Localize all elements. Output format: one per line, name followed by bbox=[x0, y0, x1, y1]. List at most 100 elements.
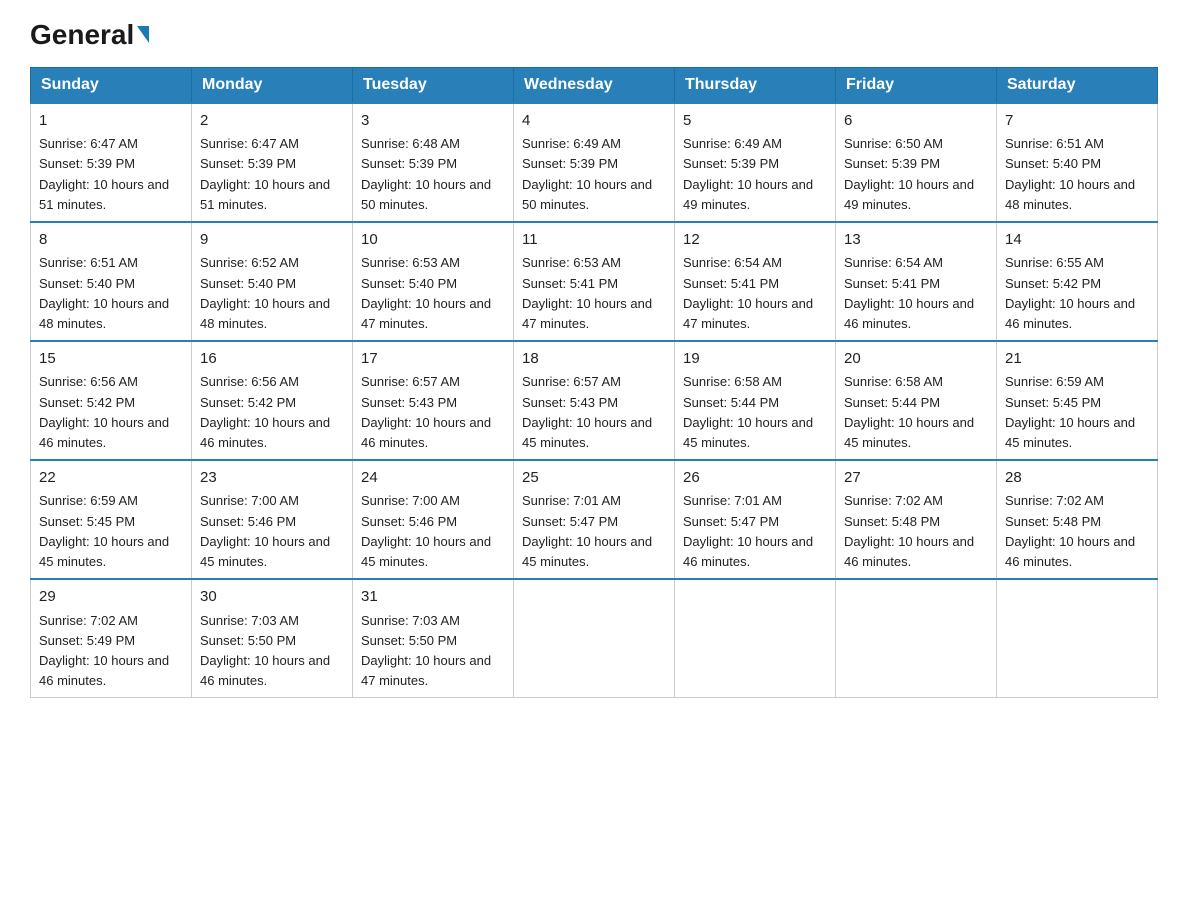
day-number: 18 bbox=[522, 348, 666, 371]
day-number: 22 bbox=[39, 467, 183, 490]
cell-info: Sunrise: 6:55 AMSunset: 5:42 PMDaylight:… bbox=[1005, 255, 1135, 330]
calendar-cell: 18 Sunrise: 6:57 AMSunset: 5:43 PMDayligh… bbox=[514, 341, 675, 460]
calendar-cell: 3 Sunrise: 6:48 AMSunset: 5:39 PMDaylight… bbox=[353, 103, 514, 222]
calendar-cell: 2 Sunrise: 6:47 AMSunset: 5:39 PMDaylight… bbox=[192, 103, 353, 222]
weekday-header: Saturday bbox=[997, 67, 1158, 103]
calendar-cell: 23 Sunrise: 7:00 AMSunset: 5:46 PMDayligh… bbox=[192, 460, 353, 579]
calendar-cell: 10Sunrise: 6:53 AMSunset: 5:40 PMDayligh… bbox=[353, 222, 514, 341]
day-number: 4 bbox=[522, 110, 666, 133]
day-number: 30 bbox=[200, 586, 344, 609]
day-number: 23 bbox=[200, 467, 344, 490]
calendar-cell: 11 Sunrise: 6:53 AMSunset: 5:41 PMDayligh… bbox=[514, 222, 675, 341]
calendar-cell bbox=[997, 579, 1158, 698]
day-number: 11 bbox=[522, 229, 666, 252]
calendar-week-row: 29 Sunrise: 7:02 AMSunset: 5:49 PMDayligh… bbox=[31, 579, 1158, 698]
cell-info: Sunrise: 7:01 AMSunset: 5:47 PMDaylight:… bbox=[683, 493, 813, 568]
day-number: 26 bbox=[683, 467, 827, 490]
day-number: 5 bbox=[683, 110, 827, 133]
cell-info: Sunrise: 6:47 AMSunset: 5:39 PMDaylight:… bbox=[200, 136, 330, 211]
calendar-header-row: SundayMondayTuesdayWednesdayThursdayFrid… bbox=[31, 67, 1158, 103]
day-number: 16 bbox=[200, 348, 344, 371]
calendar-cell: 15 Sunrise: 6:56 AMSunset: 5:42 PMDayligh… bbox=[31, 341, 192, 460]
weekday-header: Friday bbox=[836, 67, 997, 103]
day-number: 14 bbox=[1005, 229, 1149, 252]
cell-info: Sunrise: 6:56 AMSunset: 5:42 PMDaylight:… bbox=[200, 374, 330, 449]
cell-info: Sunrise: 6:54 AMSunset: 5:41 PMDaylight:… bbox=[844, 255, 974, 330]
cell-info: Sunrise: 6:49 AMSunset: 5:39 PMDaylight:… bbox=[522, 136, 652, 211]
calendar-cell: 21Sunrise: 6:59 AMSunset: 5:45 PMDayligh… bbox=[997, 341, 1158, 460]
cell-info: Sunrise: 6:47 AMSunset: 5:39 PMDaylight:… bbox=[39, 136, 169, 211]
calendar-cell: 12 Sunrise: 6:54 AMSunset: 5:41 PMDayligh… bbox=[675, 222, 836, 341]
cell-info: Sunrise: 7:00 AMSunset: 5:46 PMDaylight:… bbox=[361, 493, 491, 568]
cell-info: Sunrise: 6:57 AMSunset: 5:43 PMDaylight:… bbox=[361, 374, 491, 449]
day-number: 2 bbox=[200, 110, 344, 133]
day-number: 15 bbox=[39, 348, 183, 371]
day-number: 13 bbox=[844, 229, 988, 252]
cell-info: Sunrise: 6:59 AMSunset: 5:45 PMDaylight:… bbox=[39, 493, 169, 568]
cell-info: Sunrise: 6:49 AMSunset: 5:39 PMDaylight:… bbox=[683, 136, 813, 211]
calendar-cell: 27Sunrise: 7:02 AMSunset: 5:48 PMDayligh… bbox=[836, 460, 997, 579]
cell-info: Sunrise: 6:51 AMSunset: 5:40 PMDaylight:… bbox=[1005, 136, 1135, 211]
calendar-cell: 13 Sunrise: 6:54 AMSunset: 5:41 PMDayligh… bbox=[836, 222, 997, 341]
calendar-cell bbox=[675, 579, 836, 698]
calendar-cell: 7 Sunrise: 6:51 AMSunset: 5:40 PMDaylight… bbox=[997, 103, 1158, 222]
weekday-header: Tuesday bbox=[353, 67, 514, 103]
cell-info: Sunrise: 7:02 AMSunset: 5:49 PMDaylight:… bbox=[39, 613, 169, 688]
day-number: 29 bbox=[39, 586, 183, 609]
calendar-cell: 9 Sunrise: 6:52 AMSunset: 5:40 PMDaylight… bbox=[192, 222, 353, 341]
weekday-header: Sunday bbox=[31, 67, 192, 103]
calendar-cell: 25Sunrise: 7:01 AMSunset: 5:47 PMDayligh… bbox=[514, 460, 675, 579]
day-number: 10 bbox=[361, 229, 505, 252]
cell-info: Sunrise: 7:03 AMSunset: 5:50 PMDaylight:… bbox=[361, 613, 491, 688]
calendar-cell: 1 Sunrise: 6:47 AMSunset: 5:39 PMDaylight… bbox=[31, 103, 192, 222]
day-number: 8 bbox=[39, 229, 183, 252]
calendar-cell: 8Sunrise: 6:51 AMSunset: 5:40 PMDaylight… bbox=[31, 222, 192, 341]
cell-info: Sunrise: 6:56 AMSunset: 5:42 PMDaylight:… bbox=[39, 374, 169, 449]
calendar-table: SundayMondayTuesdayWednesdayThursdayFrid… bbox=[30, 67, 1158, 698]
calendar-week-row: 1 Sunrise: 6:47 AMSunset: 5:39 PMDaylight… bbox=[31, 103, 1158, 222]
day-number: 31 bbox=[361, 586, 505, 609]
weekday-header: Wednesday bbox=[514, 67, 675, 103]
logo-general: General bbox=[30, 20, 134, 51]
day-number: 12 bbox=[683, 229, 827, 252]
day-number: 3 bbox=[361, 110, 505, 133]
day-number: 7 bbox=[1005, 110, 1149, 133]
cell-info: Sunrise: 6:58 AMSunset: 5:44 PMDaylight:… bbox=[844, 374, 974, 449]
calendar-cell: 28Sunrise: 7:02 AMSunset: 5:48 PMDayligh… bbox=[997, 460, 1158, 579]
calendar-cell: 29 Sunrise: 7:02 AMSunset: 5:49 PMDayligh… bbox=[31, 579, 192, 698]
calendar-cell: 16 Sunrise: 6:56 AMSunset: 5:42 PMDayligh… bbox=[192, 341, 353, 460]
cell-info: Sunrise: 6:48 AMSunset: 5:39 PMDaylight:… bbox=[361, 136, 491, 211]
calendar-cell bbox=[836, 579, 997, 698]
cell-info: Sunrise: 7:01 AMSunset: 5:47 PMDaylight:… bbox=[522, 493, 652, 568]
logo: General bbox=[30, 20, 149, 51]
cell-info: Sunrise: 7:02 AMSunset: 5:48 PMDaylight:… bbox=[844, 493, 974, 568]
cell-info: Sunrise: 6:54 AMSunset: 5:41 PMDaylight:… bbox=[683, 255, 813, 330]
cell-info: Sunrise: 6:59 AMSunset: 5:45 PMDaylight:… bbox=[1005, 374, 1135, 449]
calendar-cell: 31 Sunrise: 7:03 AMSunset: 5:50 PMDayligh… bbox=[353, 579, 514, 698]
calendar-cell: 19 Sunrise: 6:58 AMSunset: 5:44 PMDayligh… bbox=[675, 341, 836, 460]
day-number: 20 bbox=[844, 348, 988, 371]
cell-info: Sunrise: 6:53 AMSunset: 5:41 PMDaylight:… bbox=[522, 255, 652, 330]
day-number: 28 bbox=[1005, 467, 1149, 490]
calendar-cell: 17 Sunrise: 6:57 AMSunset: 5:43 PMDayligh… bbox=[353, 341, 514, 460]
calendar-cell: 4 Sunrise: 6:49 AMSunset: 5:39 PMDaylight… bbox=[514, 103, 675, 222]
cell-info: Sunrise: 6:58 AMSunset: 5:44 PMDaylight:… bbox=[683, 374, 813, 449]
calendar-cell bbox=[514, 579, 675, 698]
calendar-cell: 20 Sunrise: 6:58 AMSunset: 5:44 PMDayligh… bbox=[836, 341, 997, 460]
cell-info: Sunrise: 6:52 AMSunset: 5:40 PMDaylight:… bbox=[200, 255, 330, 330]
day-number: 1 bbox=[39, 110, 183, 133]
day-number: 17 bbox=[361, 348, 505, 371]
calendar-cell: 6Sunrise: 6:50 AMSunset: 5:39 PMDaylight… bbox=[836, 103, 997, 222]
logo-triangle-icon bbox=[137, 26, 149, 43]
cell-info: Sunrise: 6:57 AMSunset: 5:43 PMDaylight:… bbox=[522, 374, 652, 449]
cell-info: Sunrise: 7:00 AMSunset: 5:46 PMDaylight:… bbox=[200, 493, 330, 568]
calendar-week-row: 15 Sunrise: 6:56 AMSunset: 5:42 PMDayligh… bbox=[31, 341, 1158, 460]
calendar-cell: 14 Sunrise: 6:55 AMSunset: 5:42 PMDayligh… bbox=[997, 222, 1158, 341]
day-number: 9 bbox=[200, 229, 344, 252]
weekday-header: Thursday bbox=[675, 67, 836, 103]
cell-info: Sunrise: 6:50 AMSunset: 5:39 PMDaylight:… bbox=[844, 136, 974, 211]
day-number: 19 bbox=[683, 348, 827, 371]
page-header: General bbox=[30, 20, 1158, 51]
calendar-week-row: 8Sunrise: 6:51 AMSunset: 5:40 PMDaylight… bbox=[31, 222, 1158, 341]
calendar-week-row: 22 Sunrise: 6:59 AMSunset: 5:45 PMDayligh… bbox=[31, 460, 1158, 579]
